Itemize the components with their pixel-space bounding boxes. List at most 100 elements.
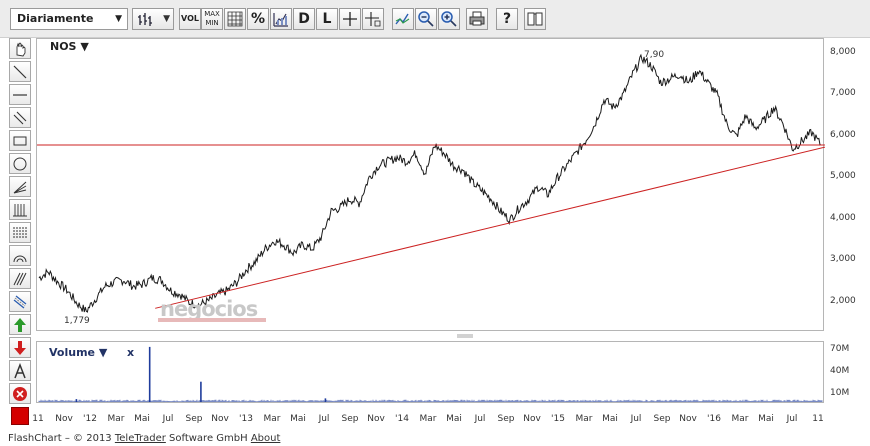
grid-button[interactable] (224, 8, 246, 30)
x-tick-label: 11 (32, 414, 44, 424)
green-arrow-up-icon (14, 318, 26, 332)
interval-select[interactable]: Diariamente ▼ (10, 8, 128, 30)
indicator-button[interactable] (392, 8, 414, 30)
y-tick-label: 5,000 (830, 171, 856, 182)
high-annotation: 7,90 (644, 50, 665, 60)
circle-tool-button[interactable] (9, 153, 31, 174)
chart-type-select[interactable]: ▼ (132, 8, 174, 30)
fibonacci-tool-button[interactable] (9, 222, 31, 243)
x-tick-label: Nov (55, 414, 73, 424)
trendline (155, 146, 825, 309)
x-tick-label: Nov (367, 414, 385, 424)
arrow-down-tool-button[interactable] (9, 337, 31, 358)
line-tool-button[interactable] (9, 61, 31, 82)
panel-splitter-handle[interactable] (456, 334, 474, 339)
volume-button[interactable]: VOL (179, 8, 201, 30)
log-scale-icon (273, 13, 288, 27)
log-scale-button[interactable] (270, 8, 292, 30)
x-tick-label: '15 (551, 414, 565, 424)
x-tick-label: Mar (731, 414, 749, 424)
footer: FlashChart – © 2013 TeleTrader Software … (8, 433, 280, 444)
zoom-in-button[interactable] (438, 8, 460, 30)
regression-channel-icon (13, 295, 27, 309)
volume-tick-label: 10M (830, 387, 850, 398)
horizontal-line-tool-button[interactable] (9, 84, 31, 105)
x-tick-label: Mar (263, 414, 281, 424)
y-tick-label: 2,000 (830, 295, 856, 306)
maxmin-button[interactable]: MAX MIN (201, 8, 223, 30)
watermark-bar (158, 318, 266, 322)
footer-copyright: FlashChart – © 2013 (8, 433, 115, 444)
book-button[interactable] (524, 8, 546, 30)
x-tick-label: Jul (474, 414, 486, 424)
hand-icon (16, 42, 26, 57)
about-link[interactable]: About (251, 433, 281, 444)
percent-button[interactable]: % (247, 8, 269, 30)
hand-tool-button[interactable] (9, 38, 31, 59)
negocios-watermark: negocios (158, 297, 266, 323)
toolbar: Diariamente ▼ ▼ VOL MAX MIN % D L ? (0, 0, 870, 38)
ohlc-bars-icon (138, 13, 152, 26)
x-tick-label: Mai (446, 414, 462, 424)
crosshair-icon (343, 12, 357, 26)
x-tick-label: 11 (812, 414, 824, 424)
l-button[interactable]: L (316, 8, 338, 30)
zoom-out-button[interactable] (415, 8, 437, 30)
grid-icon (227, 11, 243, 27)
red-arrow-down-icon (14, 341, 26, 355)
d-button[interactable]: D (293, 8, 315, 30)
book-icon (527, 12, 543, 26)
fan-tool-button[interactable] (9, 176, 31, 197)
y-tick-label: 4,000 (830, 212, 856, 223)
arrow-up-tool-button[interactable] (9, 314, 31, 335)
gann-fan-tool-button[interactable] (9, 268, 31, 289)
text-a-icon (14, 363, 26, 379)
y-tick-label: 8,000 (830, 46, 856, 57)
arc-icon (13, 255, 27, 263)
x-tick-label: Jul (786, 414, 798, 424)
x-tick-label: Mar (419, 414, 437, 424)
color-picker-swatch[interactable] (11, 407, 29, 425)
rectangle-tool-button[interactable] (9, 130, 31, 151)
gann-grid-tool-button[interactable] (9, 199, 31, 220)
arc-tool-button[interactable] (9, 245, 31, 266)
zoom-in-icon (441, 11, 457, 27)
rectangle-icon (13, 136, 27, 146)
print-button[interactable] (466, 8, 488, 30)
x-tick-label: Sep (185, 414, 203, 424)
maxmin-label-bottom: MIN (205, 19, 219, 27)
footer-company-suffix: Software GmbH (165, 433, 251, 444)
low-annotation: 1,779 (64, 316, 90, 326)
crosshair-button[interactable] (339, 8, 361, 30)
fan-lines-icon (13, 181, 27, 194)
channel-tool-button[interactable] (9, 107, 31, 128)
help-button[interactable]: ? (496, 8, 518, 30)
x-tick-label: Nov (523, 414, 541, 424)
x-tick-label: '14 (395, 414, 409, 424)
maxmin-label-top: MAX (204, 10, 220, 18)
price-chart[interactable] (37, 39, 825, 332)
cursor-info-button[interactable] (362, 8, 384, 30)
x-tick-label: '12 (83, 414, 97, 424)
parallel-lines-icon (13, 111, 27, 125)
x-tick-label: Mai (602, 414, 618, 424)
diagonal-line-icon (13, 65, 27, 79)
text-tool-button[interactable] (9, 360, 31, 381)
x-tick-label: Mai (134, 414, 150, 424)
volume-chart (38, 346, 823, 402)
delete-drawings-button[interactable] (9, 383, 31, 404)
x-tick-label: '13 (239, 414, 253, 424)
volume-tick-label: 40M (830, 366, 850, 376)
x-tick-label: Mar (107, 414, 125, 424)
diagonal-lines-icon (13, 272, 27, 286)
circle-icon (13, 157, 27, 171)
x-tick-label: Jul (630, 414, 642, 424)
regression-tool-button[interactable] (9, 291, 31, 312)
volume-panel: Volume ▼ x (36, 341, 824, 403)
volume-bars (38, 399, 823, 402)
x-tick-label: Mai (758, 414, 774, 424)
teletrader-link[interactable]: TeleTrader (115, 433, 166, 444)
y-tick-label: 6,000 (830, 129, 856, 140)
x-tick-label: Sep (341, 414, 359, 424)
price-series-line (38, 53, 822, 313)
